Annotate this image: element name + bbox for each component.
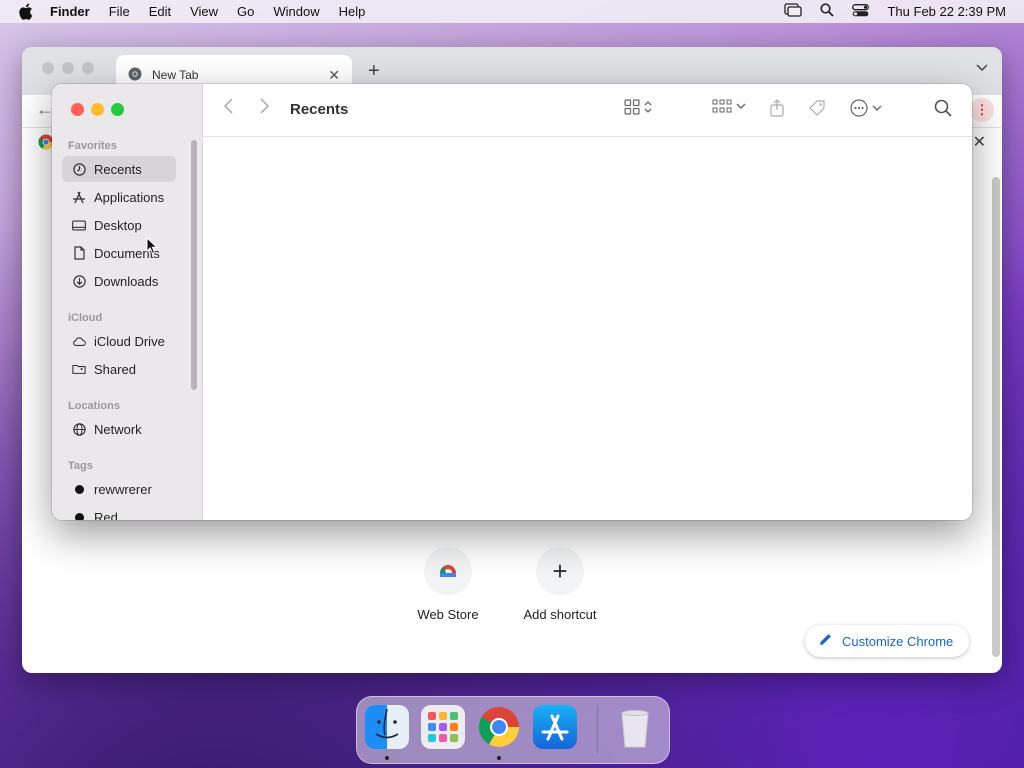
chrome-tab-title: New Tab — [152, 68, 199, 82]
section-locations: Locations — [68, 400, 120, 412]
menu-bar: Finder File Edit View Go Window Help Thu… — [0, 0, 1024, 23]
shortcut-label: Add shortcut — [523, 607, 597, 622]
menu-go[interactable]: Go — [237, 4, 254, 19]
applications-icon — [72, 190, 86, 204]
more-actions-icon[interactable] — [850, 99, 882, 117]
apple-menu-icon[interactable] — [18, 3, 36, 20]
group-by-icon[interactable] — [712, 99, 746, 113]
document-icon — [72, 246, 86, 260]
sidebar-item-label: Shared — [94, 361, 136, 377]
dismiss-x-icon[interactable]: ✕ — [973, 132, 986, 152]
section-favorites: Favorites — [68, 140, 117, 152]
menu-app-name[interactable]: Finder — [50, 4, 90, 19]
menu-edit[interactable]: Edit — [149, 4, 171, 19]
chrome-minimize-button[interactable] — [62, 62, 74, 74]
back-chevron-icon[interactable] — [223, 98, 233, 119]
finder-zoom-button[interactable] — [111, 103, 124, 116]
desktop-icon — [72, 218, 86, 232]
finder-minimize-button[interactable] — [91, 103, 104, 116]
pencil-icon — [819, 633, 832, 649]
chrome-favicon-icon — [128, 67, 142, 84]
globe-icon — [72, 422, 86, 436]
dock-running-indicator — [497, 756, 501, 760]
view-mode-grid-icon[interactable] — [624, 99, 652, 115]
menu-file[interactable]: File — [109, 4, 130, 19]
sidebar-item-label: Downloads — [94, 273, 159, 289]
dock-app-store-icon[interactable] — [533, 705, 577, 749]
sidebar-item-downloads[interactable]: Downloads — [62, 268, 176, 294]
sidebar-item-label: iCloud Drive — [94, 333, 165, 349]
chrome-web-store-icon — [424, 547, 472, 595]
shared-folder-icon — [72, 362, 86, 376]
dock-google-chrome-icon[interactable] — [477, 705, 521, 749]
dock-trash-icon[interactable] — [613, 705, 657, 749]
sidebar-item-label: Desktop — [94, 217, 142, 233]
sidebar-item-label: Recents — [94, 161, 142, 177]
finder-title: Recents — [290, 101, 349, 118]
dock-finder-icon[interactable] — [365, 705, 409, 749]
menu-clock[interactable]: Thu Feb 22 2:39 PM — [887, 4, 1006, 19]
customize-chrome-label: Customize Chrome — [842, 633, 954, 649]
sidebar-scrollbar[interactable] — [191, 140, 197, 390]
menu-window[interactable]: Window — [273, 4, 319, 19]
tag-icon[interactable] — [808, 99, 826, 117]
finder-content: Recents — [202, 84, 972, 520]
chrome-scrollbar[interactable] — [992, 177, 1000, 657]
tag-dot-icon — [74, 512, 84, 520]
forward-chevron-icon[interactable] — [260, 98, 270, 119]
tag-dot-icon — [74, 484, 84, 494]
sidebar-item-applications[interactable]: Applications — [62, 184, 176, 210]
clock-icon — [72, 162, 86, 176]
spotlight-search-icon[interactable] — [820, 3, 835, 20]
dock-launchpad-icon[interactable] — [421, 705, 465, 749]
dock-running-indicator — [385, 756, 389, 760]
chrome-close-button[interactable] — [42, 62, 54, 74]
control-center-icon[interactable] — [852, 3, 870, 20]
finder-toolbar: Recents — [202, 84, 972, 137]
shortcut-add[interactable]: + Add shortcut — [505, 547, 615, 622]
customize-chrome-button[interactable]: Customize Chrome — [805, 625, 970, 657]
section-icloud: iCloud — [68, 312, 103, 324]
sidebar-item-network[interactable]: Network — [62, 416, 176, 442]
chrome-menu-kebab-icon[interactable]: ⋮ — [970, 98, 994, 122]
mouse-cursor-icon — [146, 236, 159, 258]
tab-search-chevron-icon[interactable] — [976, 61, 988, 75]
sidebar-item-label: Applications — [94, 189, 165, 205]
new-tab-plus-icon[interactable]: + — [368, 60, 380, 83]
dock — [356, 696, 670, 764]
download-icon — [72, 274, 86, 288]
screen-mirroring-icon[interactable] — [784, 3, 803, 20]
finder-close-button[interactable] — [71, 103, 84, 116]
sidebar-item-shared[interactable]: Shared — [62, 356, 176, 382]
menu-view[interactable]: View — [190, 4, 218, 19]
shortcut-web-store[interactable]: Web Store — [393, 547, 503, 622]
shortcut-label: Web Store — [417, 607, 479, 622]
sidebar-item-label: Network — [94, 421, 142, 437]
finder-sidebar: Favorites Recents Applications Desktop D… — [52, 84, 203, 520]
section-tags: Tags — [68, 460, 93, 472]
sidebar-item-label: Red — [94, 509, 118, 521]
cloud-icon — [72, 334, 86, 348]
sidebar-item-tag[interactable]: rewwrerer — [62, 476, 176, 502]
share-icon[interactable] — [770, 99, 784, 117]
chrome-zoom-button[interactable] — [82, 62, 94, 74]
sidebar-item-label: rewwrerer — [94, 481, 152, 497]
sidebar-item-recents[interactable]: Recents — [62, 156, 176, 182]
sidebar-item-icloud-drive[interactable]: iCloud Drive — [62, 328, 176, 354]
sidebar-item-desktop[interactable]: Desktop — [62, 212, 176, 238]
finder-window: Favorites Recents Applications Desktop D… — [52, 84, 972, 520]
finder-file-area[interactable] — [202, 137, 972, 520]
close-tab-icon[interactable]: ✕ — [328, 67, 340, 84]
sidebar-item-tag[interactable]: Red — [62, 504, 176, 520]
menu-help[interactable]: Help — [339, 4, 366, 19]
search-icon[interactable] — [934, 99, 952, 117]
dock-separator — [597, 705, 598, 753]
plus-icon: + — [536, 547, 584, 595]
sidebar-item-documents[interactable]: Documents — [62, 240, 176, 266]
